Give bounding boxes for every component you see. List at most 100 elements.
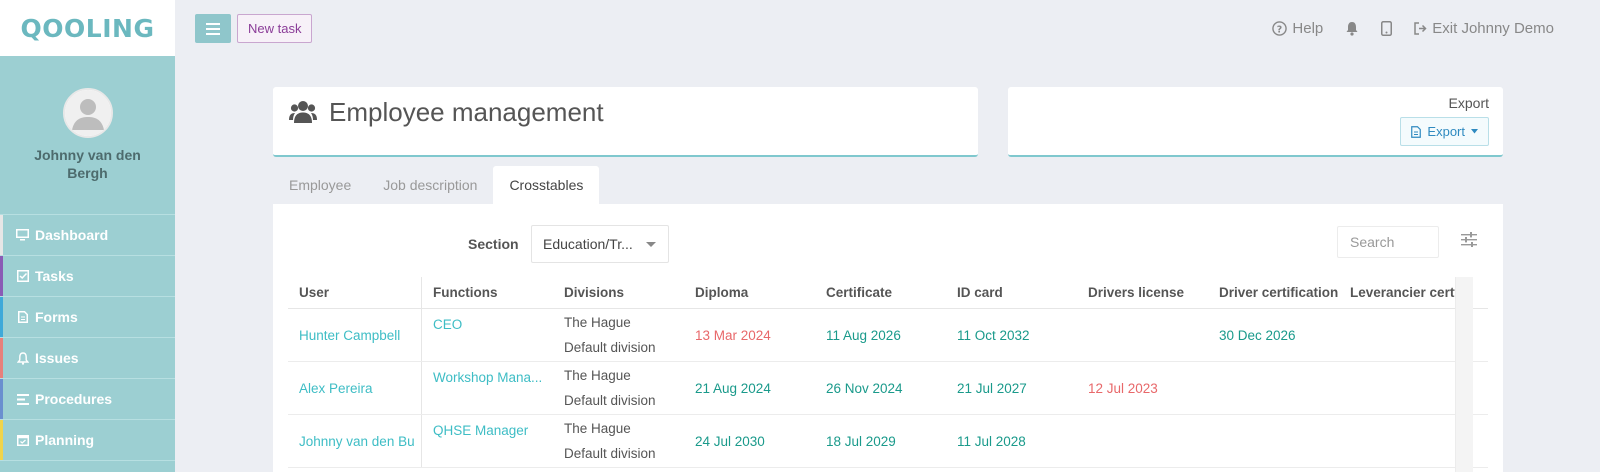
user-link[interactable]: Hunter Campbell	[288, 309, 422, 361]
sidebar-item-planning[interactable]: Planning	[0, 420, 175, 461]
sidebar-item-procedures[interactable]: Procedures	[0, 379, 175, 420]
user-link[interactable]: Johnny van den Bu	[288, 415, 422, 467]
logo-text: QOOLING	[20, 13, 155, 43]
column-header-driver-certification[interactable]: Driver certification	[1208, 277, 1339, 308]
bell-icon	[16, 351, 29, 365]
division-name: Default division	[564, 340, 656, 355]
sidebar-item-tasks[interactable]: Tasks	[0, 256, 175, 297]
column-header-id-card[interactable]: ID card	[946, 277, 1077, 308]
sidebar: Johnny van den Bergh Dashboard Tasks For…	[0, 56, 175, 472]
sidebar-nav: Dashboard Tasks Forms Issues Procedures …	[0, 215, 175, 461]
column-header-leverancier-certificate[interactable]: Leverancier certfi...	[1339, 277, 1470, 308]
menu-toggle-button[interactable]	[195, 14, 231, 43]
sidebar-item-label: Tasks	[35, 268, 74, 284]
id-card-date[interactable]: 11 Jul 2028	[946, 415, 1077, 467]
column-header-drivers-license[interactable]: Drivers license	[1077, 277, 1208, 308]
user-profile: Johnny van den Bergh	[0, 56, 175, 215]
search-input[interactable]	[1337, 226, 1439, 258]
certificate-date[interactable]: 18 Jul 2029	[815, 415, 946, 467]
column-header-functions[interactable]: Functions	[422, 277, 553, 308]
leverancier-certificate-date[interactable]	[1339, 309, 1470, 361]
division-name: Default division	[564, 446, 656, 461]
sidebar-item-label: Dashboard	[35, 227, 109, 243]
section-select[interactable]: Education/Tr...	[531, 225, 669, 263]
hamburger-icon	[206, 22, 220, 35]
diploma-date[interactable]: 24 Jul 2030	[684, 415, 815, 467]
sidebar-item-label: Forms	[35, 309, 78, 325]
logo[interactable]: QOOLING	[0, 0, 175, 56]
user-silhouette-icon	[64, 90, 111, 136]
leverancier-certificate-date[interactable]	[1339, 362, 1470, 414]
column-header-divisions[interactable]: Divisions	[553, 277, 684, 308]
table-scrollbar[interactable]	[1455, 277, 1473, 472]
calendar-icon	[16, 434, 29, 447]
division-name: The Hague	[564, 421, 631, 436]
certificate-date[interactable]: 11 Aug 2026	[815, 309, 946, 361]
certificate-date[interactable]: 26 Nov 2024	[815, 362, 946, 414]
users-icon	[289, 101, 317, 123]
export-button[interactable]: Export	[1400, 117, 1489, 146]
question-circle-icon: ?	[1272, 20, 1288, 36]
column-header-user[interactable]: User	[288, 277, 422, 308]
function-link[interactable]: Workshop Mana...	[422, 362, 553, 414]
tab-job-description[interactable]: Job description	[367, 166, 493, 204]
notifications-button[interactable]	[1345, 21, 1359, 36]
division-name: Default division	[564, 393, 656, 408]
document-icon	[16, 311, 29, 324]
driver-certification-date[interactable]: 30 Dec 2026	[1208, 309, 1339, 361]
function-link[interactable]: CEO	[422, 309, 553, 361]
sidebar-item-label: Planning	[35, 432, 95, 448]
division-name: The Hague	[564, 315, 631, 330]
crosstable: User Functions Divisions Diploma Certifi…	[288, 277, 1488, 468]
sidebar-item-issues[interactable]: Issues	[0, 338, 175, 379]
page-title-card: Employee management	[273, 87, 978, 157]
table-row: Alex Pereira Workshop Mana... The Hague …	[288, 362, 1488, 415]
export-card: Export Export	[1008, 87, 1503, 157]
help-label: Help	[1292, 19, 1324, 37]
user-name: Johnny van den Bergh	[34, 147, 141, 181]
tab-crosstables[interactable]: Crosstables	[493, 166, 600, 204]
id-card-date[interactable]: 21 Jul 2027	[946, 362, 1077, 414]
monitor-icon	[16, 229, 29, 242]
table-row: Hunter Campbell CEO The Hague Default di…	[288, 309, 1488, 362]
exit-demo-link[interactable]: Exit Johnny Demo	[1414, 20, 1554, 37]
mobile-button[interactable]	[1381, 20, 1393, 36]
section-label: Section	[468, 236, 519, 252]
help-link[interactable]: ? Help	[1272, 20, 1323, 37]
division-cell: The Hague Default division	[553, 362, 684, 414]
driver-certification-date[interactable]	[1208, 362, 1339, 414]
page-title: Employee management	[329, 97, 604, 127]
division-name: The Hague	[564, 368, 631, 383]
avatar[interactable]	[62, 88, 113, 138]
section-select-value: Education/Tr...	[543, 236, 633, 252]
new-task-button[interactable]: New task	[237, 14, 313, 43]
division-cell: The Hague Default division	[553, 309, 684, 361]
leverancier-certificate-date[interactable]	[1339, 415, 1470, 467]
exit-label: Exit Johnny Demo	[1432, 19, 1554, 37]
drivers-license-date[interactable]	[1077, 415, 1208, 467]
driver-certification-date[interactable]	[1208, 415, 1339, 467]
division-cell: The Hague Default division	[553, 415, 684, 467]
function-link[interactable]: QHSE Manager	[422, 415, 553, 467]
topbar-actions: ? Help Exit Johnny Demo	[1272, 0, 1554, 56]
column-header-diploma[interactable]: Diploma	[684, 277, 815, 308]
sliders-icon[interactable]	[1461, 232, 1477, 247]
chevron-down-icon	[646, 242, 656, 247]
diploma-date[interactable]: 21 Aug 2024	[684, 362, 815, 414]
tablet-icon	[1381, 20, 1393, 36]
drivers-license-date[interactable]	[1077, 309, 1208, 361]
crosstables-panel: Section Education/Tr... User Functions D…	[273, 204, 1503, 472]
id-card-date[interactable]: 11 Oct 2032	[946, 309, 1077, 361]
sign-out-icon	[1414, 21, 1427, 35]
tab-bar: Employee Job description Crosstables	[273, 166, 600, 204]
diploma-date[interactable]: 13 Mar 2024	[684, 309, 815, 361]
column-header-certificate[interactable]: Certificate	[815, 277, 946, 308]
drivers-license-date[interactable]: 12 Jul 2023	[1077, 362, 1208, 414]
sidebar-item-forms[interactable]: Forms	[0, 297, 175, 338]
user-link[interactable]: Alex Pereira	[288, 362, 422, 414]
export-button-label: Export	[1427, 124, 1465, 139]
tab-employee[interactable]: Employee	[273, 166, 367, 204]
table-header: User Functions Divisions Diploma Certifi…	[288, 277, 1488, 309]
bell-icon	[1346, 21, 1358, 36]
sidebar-item-dashboard[interactable]: Dashboard	[0, 215, 175, 256]
